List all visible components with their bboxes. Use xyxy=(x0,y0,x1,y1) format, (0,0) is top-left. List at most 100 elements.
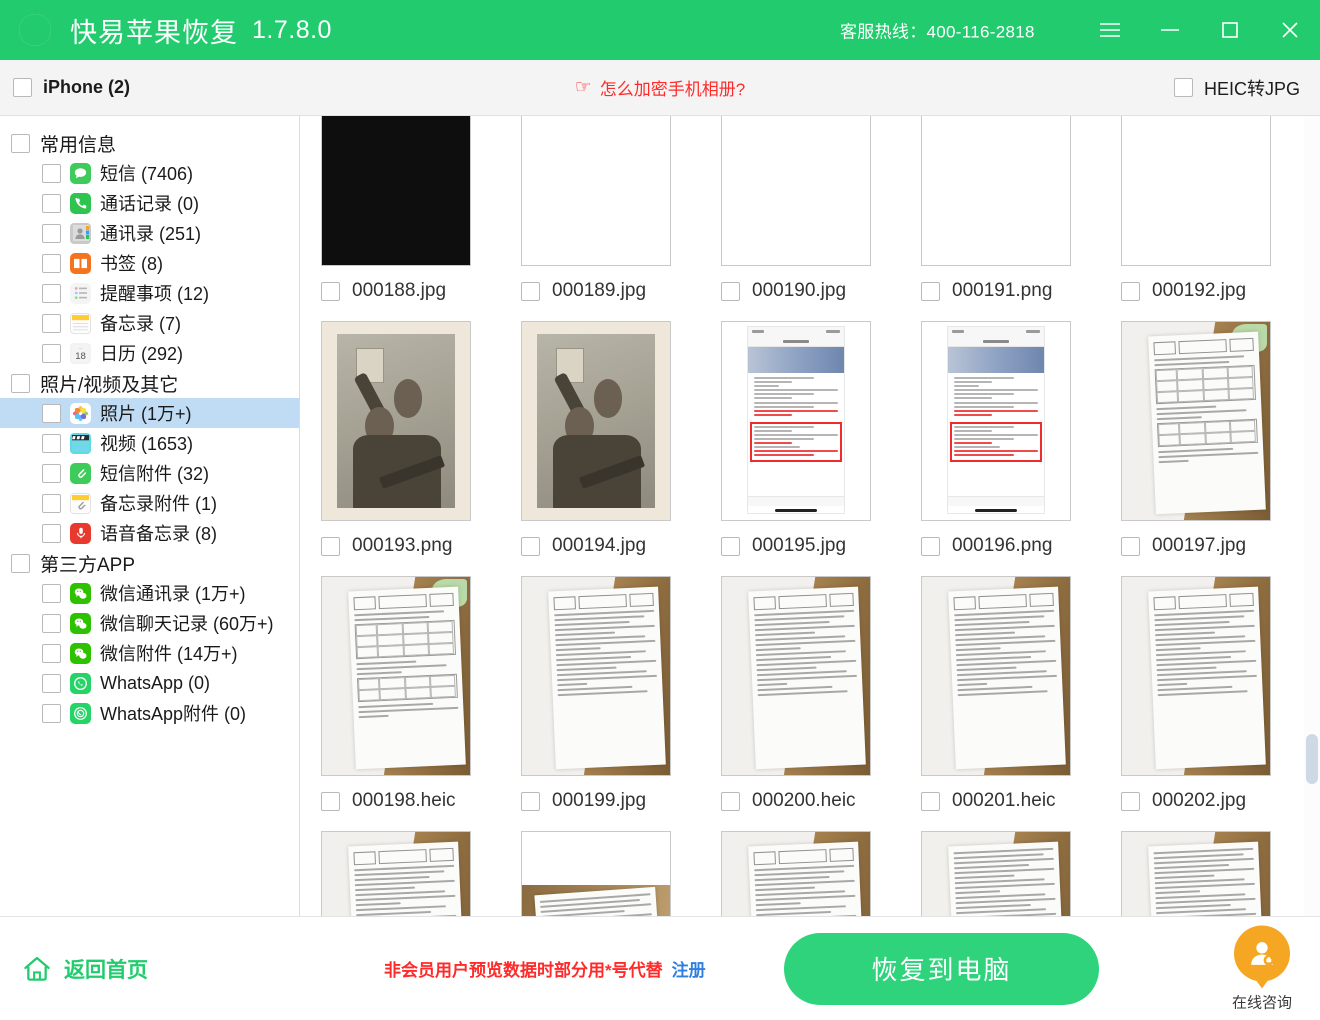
item-checkbox[interactable] xyxy=(42,313,61,333)
item-checkbox[interactable] xyxy=(42,673,61,693)
thumbnail[interactable] xyxy=(321,831,471,916)
device-selector[interactable]: iPhone (2) xyxy=(13,77,130,98)
device-checkbox[interactable] xyxy=(13,78,32,97)
grid-cell[interactable]: 000206.jpg xyxy=(906,831,1086,916)
encrypt-album-tip-link[interactable]: ☜ 怎么加密手机相册? xyxy=(575,75,746,100)
grid-cell[interactable]: 000202.jpg xyxy=(1106,576,1286,831)
recover-to-computer-button[interactable]: 恢复到电脑 xyxy=(784,932,1099,1005)
thumbnail[interactable] xyxy=(721,831,871,916)
item-checkbox[interactable] xyxy=(42,253,61,273)
grid-cell[interactable]: 000203.heic xyxy=(306,831,486,916)
scrollbar-thumb[interactable] xyxy=(1306,734,1318,784)
thumbnail[interactable] xyxy=(721,321,871,521)
sidebar-item-call-log[interactable]: 通话记录 (0) xyxy=(0,188,299,218)
thumbnail[interactable] xyxy=(321,576,471,776)
file-checkbox[interactable] xyxy=(721,791,740,811)
item-checkbox[interactable] xyxy=(42,523,61,543)
item-checkbox[interactable] xyxy=(42,223,61,243)
item-checkbox[interactable] xyxy=(42,463,61,483)
grid-cell[interactable]: 000190.jpg xyxy=(706,116,886,321)
sidebar-item-videos[interactable]: 视频 (1653) xyxy=(0,428,299,458)
thumbnail[interactable] xyxy=(1121,116,1271,266)
item-checkbox[interactable] xyxy=(42,343,61,363)
hamburger-menu-icon[interactable] xyxy=(1080,0,1140,60)
thumbnail[interactable] xyxy=(321,321,471,521)
sidebar-item-notes[interactable]: 备忘录 (7) xyxy=(0,308,299,338)
sidebar-item-wechat-contacts[interactable]: 微信通讯录 (1万+) xyxy=(0,578,299,608)
grid-cell[interactable]: 000188.jpg xyxy=(306,116,486,321)
file-checkbox[interactable] xyxy=(321,791,340,811)
item-checkbox[interactable] xyxy=(42,643,61,663)
grid-cell[interactable]: 000196.png xyxy=(906,321,1086,576)
sidebar-group-media[interactable]: 照片/视频及其它 xyxy=(0,368,299,398)
item-checkbox[interactable] xyxy=(42,703,61,723)
grid-cell[interactable]: 000201.heic xyxy=(906,576,1086,831)
thumbnail[interactable] xyxy=(921,576,1071,776)
sidebar-item-bookmark[interactable]: 书签 (8) xyxy=(0,248,299,278)
thumbnail[interactable] xyxy=(921,321,1071,521)
group-checkbox[interactable] xyxy=(11,553,30,573)
register-link[interactable]: 注册 xyxy=(672,956,706,981)
minimize-icon[interactable] xyxy=(1140,0,1200,60)
grid-cell[interactable]: 000199.jpg xyxy=(506,576,686,831)
sidebar-item-wechat-chats[interactable]: 微信聊天记录 (60万+) xyxy=(0,608,299,638)
sidebar-item-sms[interactable]: 短信 (7406) xyxy=(0,158,299,188)
item-checkbox[interactable] xyxy=(42,583,61,603)
file-checkbox[interactable] xyxy=(721,536,740,556)
sidebar-item-wechat-attachments[interactable]: 微信附件 (14万+) xyxy=(0,638,299,668)
thumbnail[interactable] xyxy=(921,116,1071,266)
close-icon[interactable] xyxy=(1260,0,1320,60)
maximize-icon[interactable] xyxy=(1200,0,1260,60)
grid-cell[interactable]: 000191.png xyxy=(906,116,1086,321)
group-checkbox[interactable] xyxy=(11,373,30,393)
sidebar-item-calendar[interactable]: 18 ··· 日历 (292) xyxy=(0,338,299,368)
item-checkbox[interactable] xyxy=(42,493,61,513)
heic-checkbox[interactable] xyxy=(1173,78,1193,97)
file-checkbox[interactable] xyxy=(921,536,940,556)
sidebar-group-common[interactable]: 常用信息 xyxy=(0,128,299,158)
sidebar-item-reminders[interactable]: 提醒事项 (12) xyxy=(0,278,299,308)
back-to-home-button[interactable]: 返回首页 xyxy=(22,954,148,984)
heic-convert-toggle[interactable]: HEIC转JPG xyxy=(1173,75,1300,101)
item-checkbox[interactable] xyxy=(42,403,61,423)
item-checkbox[interactable] xyxy=(42,283,61,303)
thumbnail[interactable] xyxy=(321,116,471,266)
file-checkbox[interactable] xyxy=(321,281,340,301)
thumbnail[interactable] xyxy=(1121,831,1271,916)
grid-cell[interactable]: 000193.png xyxy=(306,321,486,576)
file-checkbox[interactable] xyxy=(521,791,540,811)
grid-cell[interactable]: 000198.heic xyxy=(306,576,486,831)
item-checkbox[interactable] xyxy=(42,163,61,183)
grid-cell[interactable]: 000197.jpg xyxy=(1106,321,1286,576)
file-checkbox[interactable] xyxy=(721,281,740,301)
thumbnail[interactable] xyxy=(921,831,1071,916)
grid-cell[interactable]: 000192.jpg xyxy=(1106,116,1286,321)
thumbnail[interactable] xyxy=(521,321,671,521)
file-checkbox[interactable] xyxy=(521,281,540,301)
file-checkbox[interactable] xyxy=(921,791,940,811)
thumbnail[interactable] xyxy=(1121,576,1271,776)
thumbnail[interactable] xyxy=(521,116,671,266)
vertical-scrollbar[interactable] xyxy=(1304,116,1320,916)
sidebar-item-whatsapp[interactable]: WhatsApp (0) xyxy=(0,668,299,698)
file-checkbox[interactable] xyxy=(921,281,940,301)
item-checkbox[interactable] xyxy=(42,433,61,453)
grid-cell[interactable]: 000194.jpg xyxy=(506,321,686,576)
sidebar-item-sms-attachments[interactable]: 短信附件 (32) xyxy=(0,458,299,488)
thumbnail[interactable] xyxy=(721,576,871,776)
thumbnail[interactable] xyxy=(1121,321,1271,521)
sidebar-item-note-attachments[interactable]: 备忘录附件 (1) xyxy=(0,488,299,518)
file-checkbox[interactable] xyxy=(1121,791,1140,811)
grid-cell[interactable]: 000195.jpg xyxy=(706,321,886,576)
file-checkbox[interactable] xyxy=(1121,536,1140,556)
item-checkbox[interactable] xyxy=(42,613,61,633)
file-checkbox[interactable] xyxy=(521,536,540,556)
sidebar-item-photos[interactable]: 照片 (1万+) xyxy=(0,398,299,428)
sidebar-group-third-party[interactable]: 第三方APP xyxy=(0,548,299,578)
grid-cell[interactable]: 000205.heic xyxy=(706,831,886,916)
grid-cell[interactable]: 000200.heic xyxy=(706,576,886,831)
thumbnail[interactable] xyxy=(521,576,671,776)
grid-cell[interactable]: 000207.jpg xyxy=(1106,831,1286,916)
thumbnail[interactable] xyxy=(721,116,871,266)
sidebar-item-contacts[interactable]: 通讯录 (251) xyxy=(0,218,299,248)
